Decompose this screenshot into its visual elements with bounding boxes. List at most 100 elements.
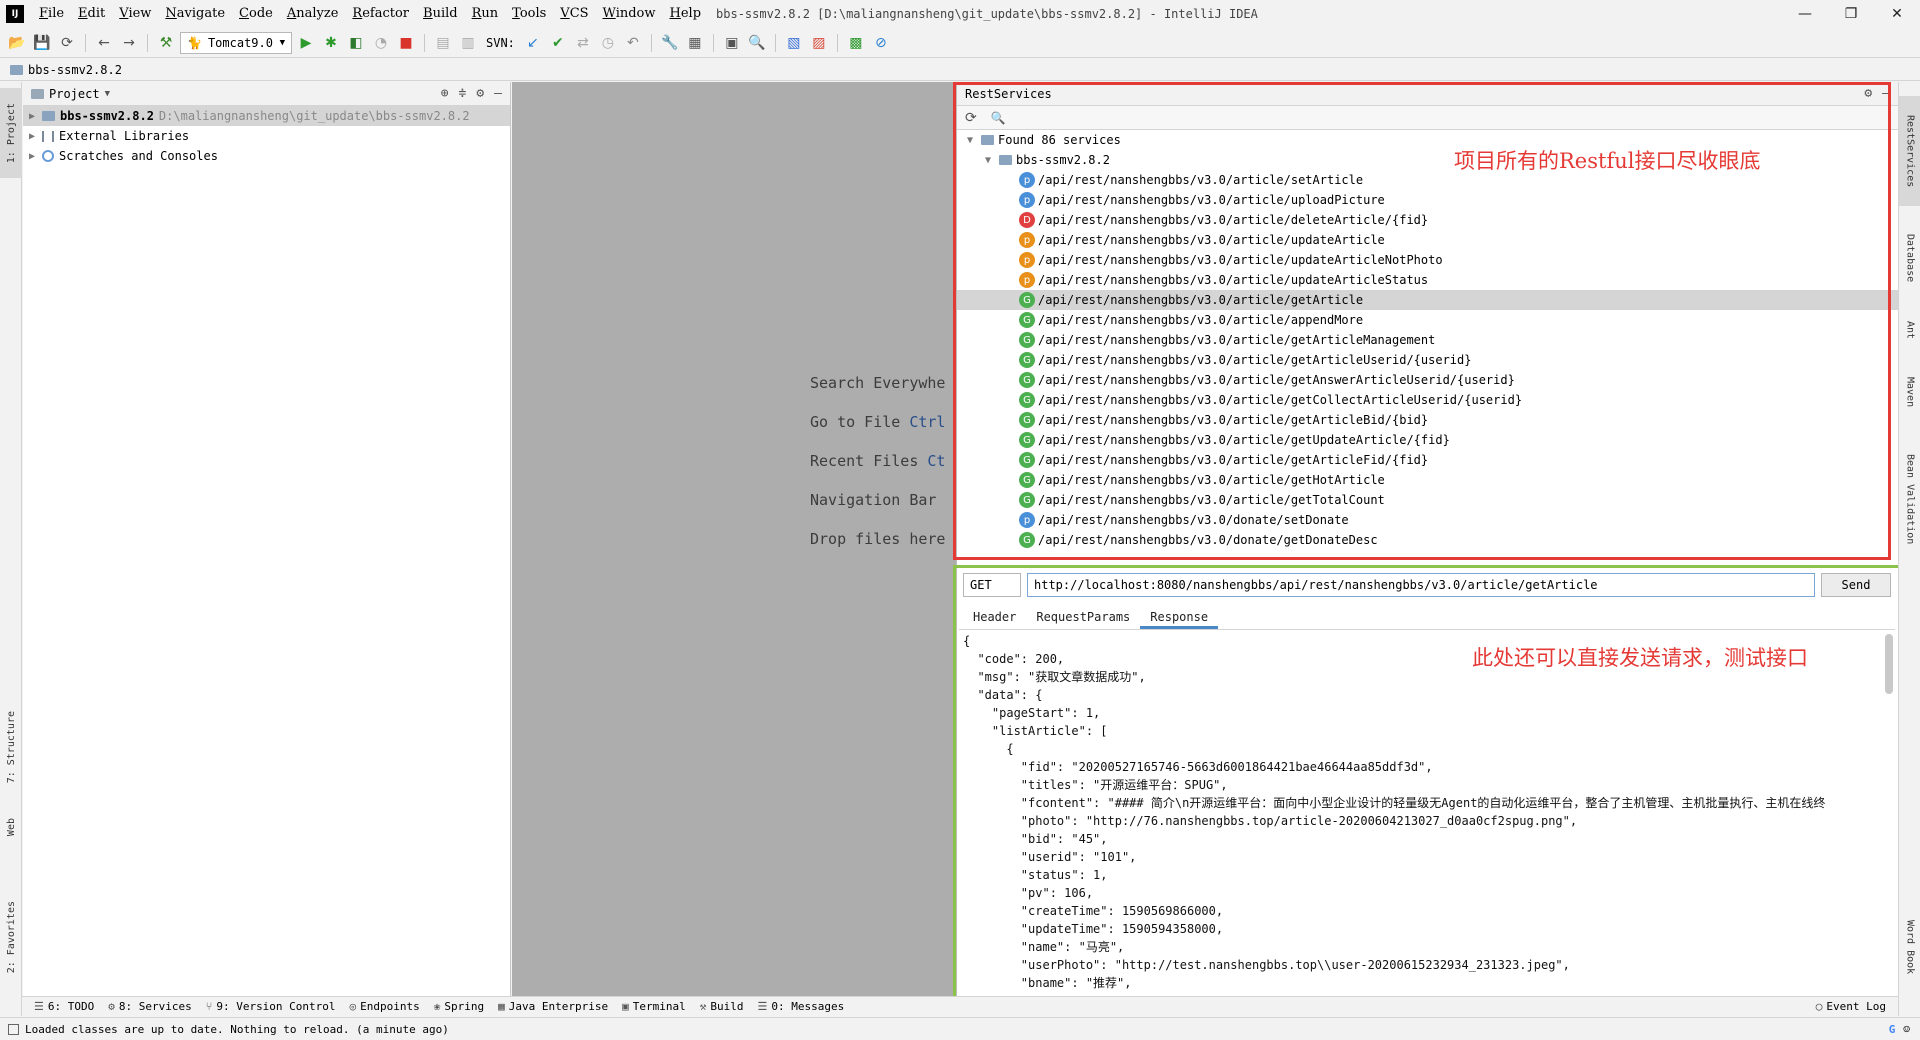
database-tool-tab[interactable]: Database	[1899, 218, 1920, 298]
bottom-tab[interactable]: ◎ Endpoints	[350, 1000, 420, 1013]
locate-icon[interactable]: ⊕	[441, 86, 449, 101]
back-icon[interactable]: ←	[93, 32, 115, 54]
url-input[interactable]	[1027, 573, 1815, 597]
maximize-button[interactable]: ❐	[1828, 0, 1874, 28]
translate-icon[interactable]: ▧	[783, 32, 805, 54]
chevron-down-icon[interactable]: ▼	[965, 135, 975, 146]
bottom-tab[interactable]: ▦ Java Enterprise	[498, 1000, 608, 1013]
editor-area[interactable]: Search Everywhe Go to File Ctrl Recent F…	[512, 82, 956, 996]
open-folder-icon[interactable]: 📂	[6, 32, 28, 54]
menu-item-navigate[interactable]: Navigate	[158, 0, 232, 28]
service-item[interactable]: G/api/rest/nanshengbbs/v3.0/article/getH…	[957, 470, 1898, 490]
hide-icon[interactable]: —	[494, 86, 502, 101]
menu-item-refactor[interactable]: Refactor	[345, 0, 416, 28]
bottom-tab[interactable]: ☰ 6: TODO	[34, 1000, 94, 1013]
debug-icon[interactable]: ✱	[320, 32, 342, 54]
google-icon[interactable]: G	[1889, 1023, 1896, 1036]
service-item[interactable]: G/api/rest/nanshengbbs/v3.0/article/getA…	[957, 290, 1898, 310]
tree-item-project-root[interactable]: ▶ bbs-ssmv2.8.2 D:\maliangnansheng\git_u…	[23, 106, 510, 126]
bottom-tab[interactable]: ❀ Spring	[434, 1000, 484, 1013]
menu-item-view[interactable]: View	[112, 0, 158, 28]
service-item[interactable]: p/api/rest/nanshengbbs/v3.0/article/upda…	[957, 250, 1898, 270]
attach-icon[interactable]: ▤	[432, 32, 454, 54]
chevron-right-icon[interactable]: ▶	[27, 131, 37, 142]
run-configuration-select[interactable]: 🐈 Tomcat9.0 ▼	[180, 31, 292, 54]
send-button[interactable]: Send	[1821, 573, 1891, 597]
bottom-tab[interactable]: ⚙ 8: Services	[108, 1000, 191, 1013]
tab-response[interactable]: Response	[1140, 604, 1219, 629]
tree-item-external-libraries[interactable]: ▶ External Libraries	[23, 126, 510, 146]
service-item[interactable]: p/api/rest/nanshengbbs/v3.0/article/uplo…	[957, 190, 1898, 210]
menu-item-tools[interactable]: Tools	[505, 0, 553, 28]
svn-history-icon[interactable]: ◷	[597, 32, 619, 54]
web-tool-tab[interactable]: Web	[0, 802, 22, 852]
bottom-tab[interactable]: ⑂ 9: Version Control	[206, 1000, 336, 1013]
stop-icon[interactable]: ■	[395, 32, 417, 54]
gear-icon[interactable]: ⚙	[1864, 86, 1872, 101]
maven-tool-tab[interactable]: Maven	[1899, 362, 1920, 422]
minimize-button[interactable]: —	[1782, 0, 1828, 28]
project-tool-tab[interactable]: 1: Project	[0, 88, 22, 178]
status-icon[interactable]	[8, 1023, 19, 1035]
service-item[interactable]: p/api/rest/nanshengbbs/v3.0/article/upda…	[957, 270, 1898, 290]
tree-item-scratches[interactable]: ▶ Scratches and Consoles	[23, 146, 510, 166]
tab-request-params[interactable]: RequestParams	[1026, 604, 1140, 629]
menu-item-run[interactable]: Run	[465, 0, 506, 28]
service-item[interactable]: G/api/rest/nanshengbbs/v3.0/article/getA…	[957, 350, 1898, 370]
menu-item-file[interactable]: File	[32, 0, 71, 28]
run-icon[interactable]: ▶	[295, 32, 317, 54]
menu-item-window[interactable]: Window	[596, 0, 663, 28]
bottom-tab[interactable]: ⚒ Build	[700, 1000, 744, 1013]
coverage-icon[interactable]: ◧	[345, 32, 367, 54]
svn-update-icon[interactable]: ↙	[522, 32, 544, 54]
refresh-icon[interactable]: ⟳	[965, 110, 977, 126]
service-item[interactable]: G/api/rest/nanshengbbs/v3.0/donate/getDo…	[957, 530, 1898, 550]
bottom-tab[interactable]: ☰ 0: Messages	[757, 1000, 844, 1013]
service-item[interactable]: G/api/rest/nanshengbbs/v3.0/article/getC…	[957, 390, 1898, 410]
smiley-icon[interactable]: ☺	[1903, 1023, 1910, 1036]
menu-item-code[interactable]: Code	[232, 0, 280, 28]
service-item[interactable]: D/api/rest/nanshengbbs/v3.0/article/dele…	[957, 210, 1898, 230]
menu-item-help[interactable]: Help	[663, 0, 709, 28]
build-hammer-icon[interactable]: ⚒	[155, 32, 177, 54]
response-scrollbar[interactable]	[1885, 634, 1893, 694]
search-icon[interactable]: 🔍	[991, 111, 1006, 125]
menu-item-analyze[interactable]: Analyze	[280, 0, 346, 28]
svn-compare-icon[interactable]: ⇄	[572, 32, 594, 54]
service-item[interactable]: G/api/rest/nanshengbbs/v3.0/article/getA…	[957, 370, 1898, 390]
svn-revert-icon[interactable]: ↶	[622, 32, 644, 54]
event-log-tab[interactable]: ◯ Event Log	[1816, 1000, 1886, 1013]
save-icon[interactable]: 💾	[31, 32, 53, 54]
settings-wrench-icon[interactable]: 🔧	[659, 32, 681, 54]
bean-validation-tool-tab[interactable]: Bean Validation	[1899, 434, 1920, 564]
translate-replace-icon[interactable]: ▨	[808, 32, 830, 54]
svn-commit-icon[interactable]: ✔	[547, 32, 569, 54]
ant-tool-tab[interactable]: Ant	[1899, 310, 1920, 350]
breadcrumb[interactable]: bbs-ssmv2.8.2	[28, 63, 122, 77]
chevron-right-icon[interactable]: ▶	[27, 151, 37, 162]
service-item[interactable]: G/api/rest/nanshengbbs/v3.0/article/getA…	[957, 410, 1898, 430]
bottom-tab[interactable]: ▣ Terminal	[622, 1000, 686, 1013]
menu-item-build[interactable]: Build	[416, 0, 465, 28]
collapse-all-icon[interactable]: ≑	[459, 86, 467, 101]
chevron-right-icon[interactable]: ▶	[27, 111, 37, 122]
chevron-down-icon[interactable]: ▼	[983, 155, 993, 166]
close-button[interactable]: ✕	[1874, 0, 1920, 28]
menu-item-edit[interactable]: Edit	[71, 0, 112, 28]
service-item[interactable]: G/api/rest/nanshengbbs/v3.0/article/getU…	[957, 430, 1898, 450]
service-item[interactable]: p/api/rest/nanshengbbs/v3.0/donate/setDo…	[957, 510, 1898, 530]
statistic-icon[interactable]: ▩	[845, 32, 867, 54]
structure-tool-tab[interactable]: 7: Structure	[0, 702, 22, 792]
no-entry-icon[interactable]: ⊘	[870, 32, 892, 54]
http-method-select[interactable]: GET	[963, 573, 1021, 597]
project-structure-icon[interactable]: ▦	[684, 32, 706, 54]
profile-icon[interactable]: ◔	[370, 32, 392, 54]
favorites-tool-tab[interactable]: 2: Favorites	[0, 882, 22, 992]
update-icon[interactable]: ▥	[457, 32, 479, 54]
terminal-window-icon[interactable]: ▣	[721, 32, 743, 54]
forward-icon[interactable]: →	[118, 32, 140, 54]
service-item[interactable]: G/api/rest/nanshengbbs/v3.0/article/getT…	[957, 490, 1898, 510]
gear-icon[interactable]: ⚙	[476, 86, 484, 101]
search-icon[interactable]: 🔍	[746, 32, 768, 54]
sync-icon[interactable]: ⟳	[56, 32, 78, 54]
